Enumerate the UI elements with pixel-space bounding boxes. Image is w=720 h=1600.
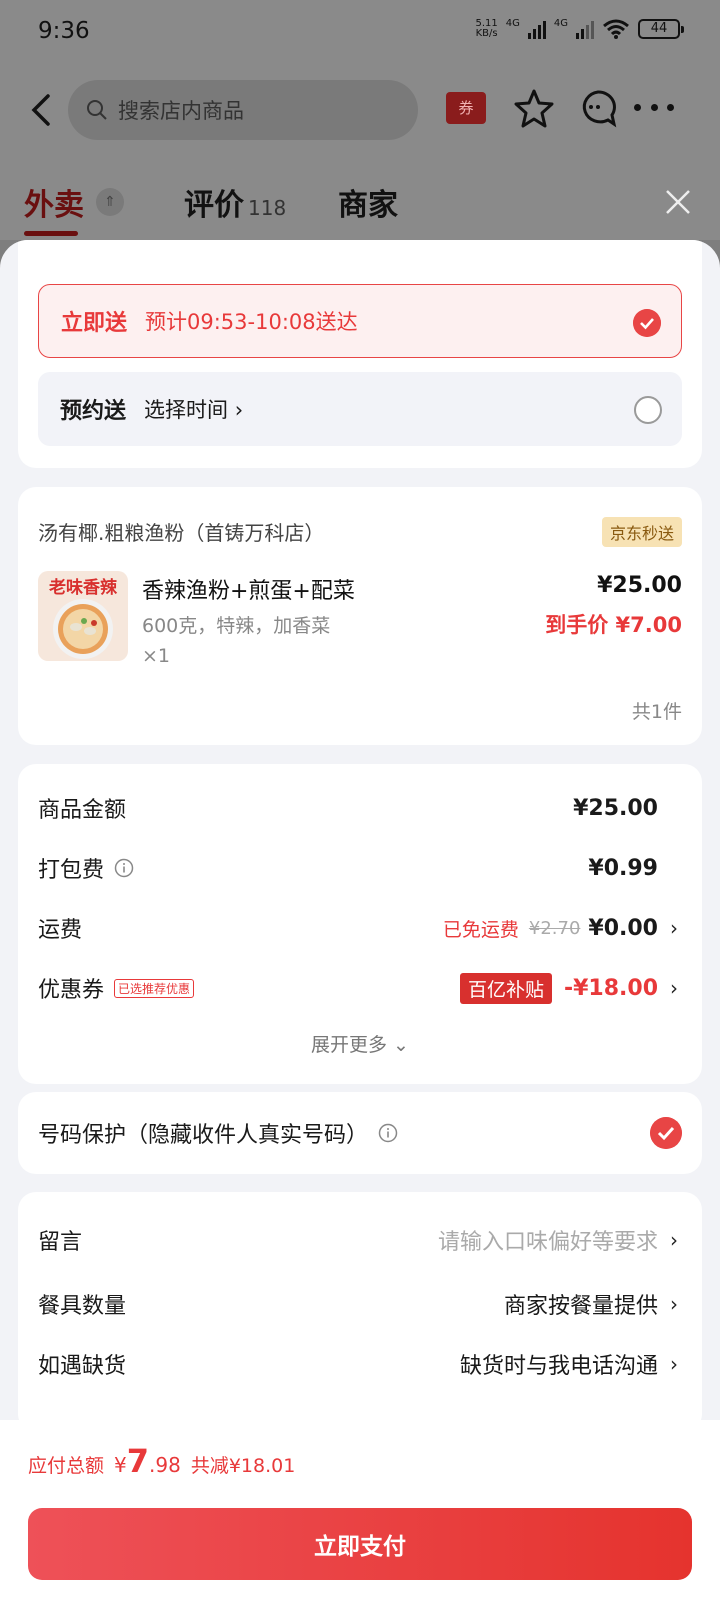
net-type-2: 4G: [553, 18, 568, 29]
chevron-right-icon: ›: [670, 976, 678, 1000]
total-amount: 应付总额 ¥ 7 .98 共减¥18.01: [28, 1442, 296, 1480]
shop-badge: 京东秒送: [601, 517, 682, 547]
favorite-star-icon[interactable]: [514, 88, 554, 128]
coupon-icon[interactable]: 券: [446, 92, 486, 124]
goods-quantity: ×1: [142, 645, 171, 667]
message-input[interactable]: 请输入口味偏好等要求: [438, 1224, 658, 1256]
goods-image-text: 老味香辣: [49, 578, 117, 598]
goods-total-count: 共1件: [631, 701, 682, 723]
message-row[interactable]: 留言 请输入口味偏好等要求 ›: [38, 1220, 682, 1260]
net-type-1: 4G: [505, 18, 520, 29]
phone-protection-checkbox-icon[interactable]: [650, 1117, 682, 1149]
delivery-now-option[interactable]: 立即送 预计09:53-10:08送达: [38, 284, 682, 358]
goods-price: ¥25.00: [597, 573, 682, 598]
choose-time-link[interactable]: 选择时间 ›: [144, 394, 243, 424]
status-time: 9:36: [38, 18, 90, 44]
tableware-value: 商家按餐量提供: [503, 1294, 658, 1319]
subsidy-badge: 百亿补贴: [459, 972, 552, 1004]
network-speed: 5.11 KB/s: [475, 18, 498, 39]
total-label: 应付总额: [28, 1455, 105, 1477]
delivery-now-label: 立即送: [61, 311, 128, 336]
goods-spec: 600克，特辣，加香菜: [142, 615, 331, 637]
store-top-bar: 搜索店内商品 券: [0, 64, 720, 164]
more-icon[interactable]: [634, 104, 674, 114]
goods-amount-value: ¥25.00: [573, 795, 658, 821]
info-icon[interactable]: [114, 858, 134, 878]
payment-bar: 应付总额 ¥ 7 .98 共减¥18.01 立即支付: [0, 1420, 720, 1600]
status-bar: 9:36 5.11 KB/s 4G 4G 44: [0, 0, 720, 64]
chevron-right-icon: ›: [670, 1228, 678, 1252]
stockout-value: 缺货时与我电话沟通: [459, 1354, 658, 1379]
tab-waimai[interactable]: 外卖: [24, 180, 84, 236]
fee-breakdown-card: 商品金额 ¥25.00 打包费 ¥0.99 运费 已免运费 ¥2.70 ¥0.0…: [18, 764, 702, 1084]
phone-protection-row[interactable]: 号码保护（隐藏收件人真实号码）: [38, 1113, 682, 1153]
status-icons: 5.11 KB/s 4G 4G 44: [475, 18, 684, 40]
checkout-sheet: 立即送 预计09:53-10:08送达 预约送 选择时间 › 汤有椰.粗粮渔粉（…: [0, 240, 720, 1420]
search-placeholder: 搜索店内商品: [118, 99, 244, 123]
delivery-options-card: 立即送 预计09:53-10:08送达 预约送 选择时间 ›: [18, 240, 702, 468]
coupon-row[interactable]: 优惠券 已选推荐优惠 百亿补贴 -¥18.00 ›: [38, 968, 682, 1008]
tableware-row[interactable]: 餐具数量 商家按餐量提供 ›: [38, 1284, 682, 1324]
shipping-fee-row[interactable]: 运费 已免运费 ¥2.70 ¥0.00 ›: [38, 908, 682, 948]
delivery-now-eta: 预计09:53-10:08送达: [145, 310, 358, 334]
back-arrow-icon[interactable]: [28, 92, 56, 128]
radio-unchecked-icon[interactable]: [634, 396, 662, 424]
goods-name: 香辣渔粉+煎蛋+配菜: [142, 579, 355, 604]
collapse-icon[interactable]: ⇑: [96, 188, 124, 216]
coupon-value: -¥18.00: [563, 975, 658, 1001]
close-icon[interactable]: [664, 188, 692, 216]
tab-shop[interactable]: 商家: [338, 180, 398, 224]
goods-image: 老味香辣: [38, 571, 128, 661]
info-icon[interactable]: [378, 1123, 398, 1143]
store-search-input[interactable]: 搜索店内商品: [68, 80, 418, 140]
shipping-free-text: 已免运费: [442, 918, 519, 941]
expand-more-link[interactable]: 展开更多 ⌄: [18, 1030, 702, 1057]
order-notes-card: 留言 请输入口味偏好等要求 › 餐具数量 商家按餐量提供 › 如遇缺货 缺货时与…: [18, 1192, 702, 1420]
total-decimal: .98: [149, 1453, 181, 1477]
total-saved: 共减¥18.01: [190, 1455, 296, 1477]
search-icon: [87, 100, 107, 120]
chevron-right-icon: ›: [670, 1352, 678, 1376]
goods-amount-row: 商品金额 ¥25.00: [38, 795, 658, 824]
store-tabs: 外卖 ⇑ 评价 118 商家: [0, 164, 720, 240]
wifi-icon: [603, 19, 629, 39]
review-count: 118: [248, 196, 287, 220]
goods-final-price: 到手价 ¥7.00: [545, 613, 682, 637]
packing-fee-row: 打包费 ¥0.99: [38, 855, 658, 884]
signal-icon: [576, 19, 594, 39]
customer-service-icon[interactable]: [578, 88, 618, 128]
pay-now-button[interactable]: 立即支付: [28, 1508, 692, 1580]
order-items-card: 汤有椰.粗粮渔粉（首铸万科店） 京东秒送 老味香辣 香辣渔粉+煎蛋+配菜 600…: [18, 487, 702, 745]
chevron-right-icon: ›: [670, 916, 678, 940]
radio-checked-icon[interactable]: [633, 309, 661, 337]
delivery-scheduled-option[interactable]: 预约送 选择时间 ›: [38, 372, 682, 446]
shipping-original-price: ¥2.70: [528, 917, 581, 939]
tab-review[interactable]: 评价 118: [184, 180, 286, 224]
delivery-scheduled-label: 预约送: [60, 399, 127, 424]
battery-icon: 44: [638, 19, 684, 39]
stockout-row[interactable]: 如遇缺货 缺货时与我电话沟通 ›: [38, 1344, 682, 1384]
signal-icon: [527, 19, 546, 39]
total-integer: 7: [126, 1442, 150, 1480]
coupon-recommended-tag: 已选推荐优惠: [114, 978, 195, 998]
shop-name[interactable]: 汤有椰.粗粮渔粉（首铸万科店）: [38, 517, 324, 546]
packing-fee-value: ¥0.99: [588, 855, 658, 881]
chevron-right-icon: ›: [670, 1292, 678, 1316]
shipping-fee-value: ¥0.00: [588, 915, 658, 941]
phone-protection-card: 号码保护（隐藏收件人真实号码）: [18, 1092, 702, 1174]
